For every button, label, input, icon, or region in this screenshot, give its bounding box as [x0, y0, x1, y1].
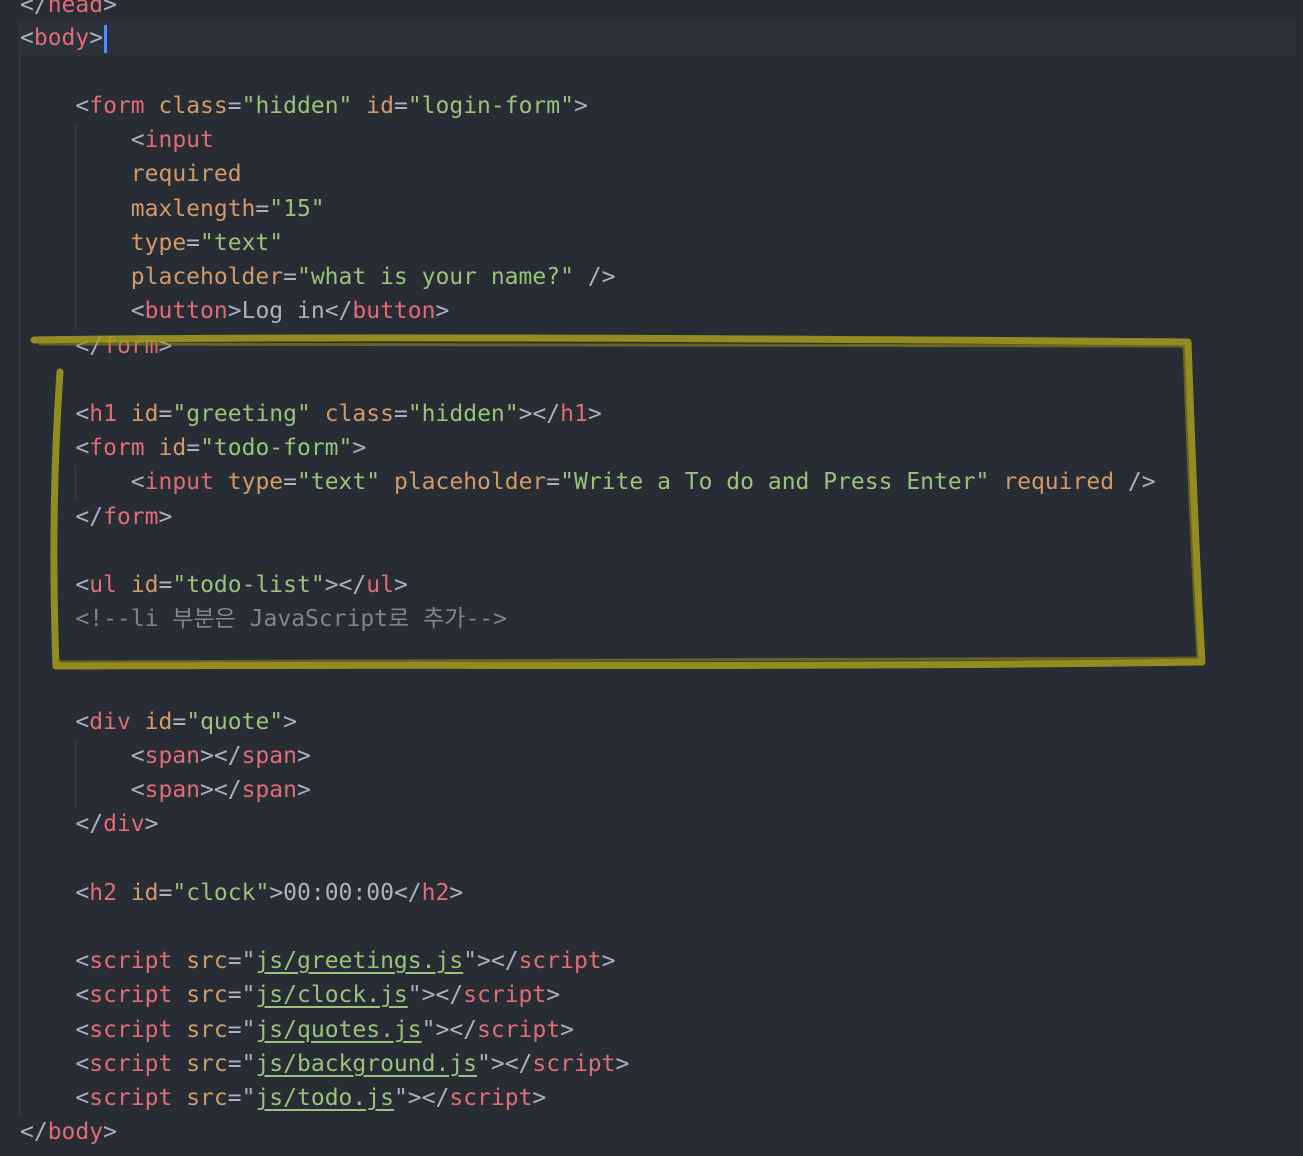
code-line[interactable]: </body> [20, 1115, 117, 1149]
code-line[interactable]: </form> [20, 500, 172, 534]
code-line[interactable]: <input type="text" placeholder="Write a … [20, 465, 1156, 499]
code-line[interactable]: type="text" [20, 226, 283, 260]
code-line[interactable]: <h2 id="clock">00:00:00</h2> [20, 876, 463, 910]
script-src-link[interactable]: js/todo.js [255, 1085, 393, 1111]
code-line[interactable]: <body> [20, 21, 108, 55]
script-src-link[interactable]: js/quotes.js [255, 1017, 421, 1043]
code-line[interactable]: maxlength="15" [20, 192, 325, 226]
code-editor[interactable]: </head> <body> <form class="hidden" id="… [0, 0, 1303, 1156]
code-line[interactable]: <span></span> [20, 739, 311, 773]
script-line[interactable]: <script src="js/quotes.js"></script> [20, 1013, 574, 1047]
script-src-link[interactable]: js/clock.js [255, 982, 407, 1008]
script-line[interactable]: <script src="js/todo.js"></script> [20, 1081, 546, 1115]
code-line[interactable]: <ul id="todo-list"></ul> [20, 568, 407, 602]
code-line[interactable]: <form id="todo-form"> [20, 431, 366, 465]
code-line[interactable]: </div> [20, 807, 158, 841]
script-src-link[interactable]: js/background.js [255, 1051, 477, 1077]
code-line[interactable]: <span></span> [20, 773, 311, 807]
code-line[interactable]: </form> [20, 329, 172, 363]
code-line[interactable]: <button>Log in</button> [20, 294, 450, 328]
code-line[interactable]: <h1 id="greeting" class="hidden"></h1> [20, 397, 601, 431]
script-line[interactable]: <script src="js/clock.js"></script> [20, 978, 560, 1012]
code-line[interactable]: <form class="hidden" id="login-form"> [20, 89, 587, 123]
code-line[interactable]: </head> [20, 0, 117, 22]
code-line[interactable]: required [20, 157, 242, 191]
code-line[interactable]: <input [20, 123, 214, 157]
code-comment[interactable]: <!--li 부분은 JavaScript로 추가--> [20, 602, 507, 636]
script-line[interactable]: <script src="js/background.js"></script> [20, 1047, 629, 1081]
script-line[interactable]: <script src="js/greetings.js"></script> [20, 944, 615, 978]
script-src-link[interactable]: js/greetings.js [255, 948, 463, 974]
code-line[interactable]: <div id="quote"> [20, 705, 297, 739]
code-line[interactable]: placeholder="what is your name?" /> [20, 260, 616, 294]
text-cursor [104, 24, 108, 53]
current-line-highlight [18, 21, 1296, 55]
